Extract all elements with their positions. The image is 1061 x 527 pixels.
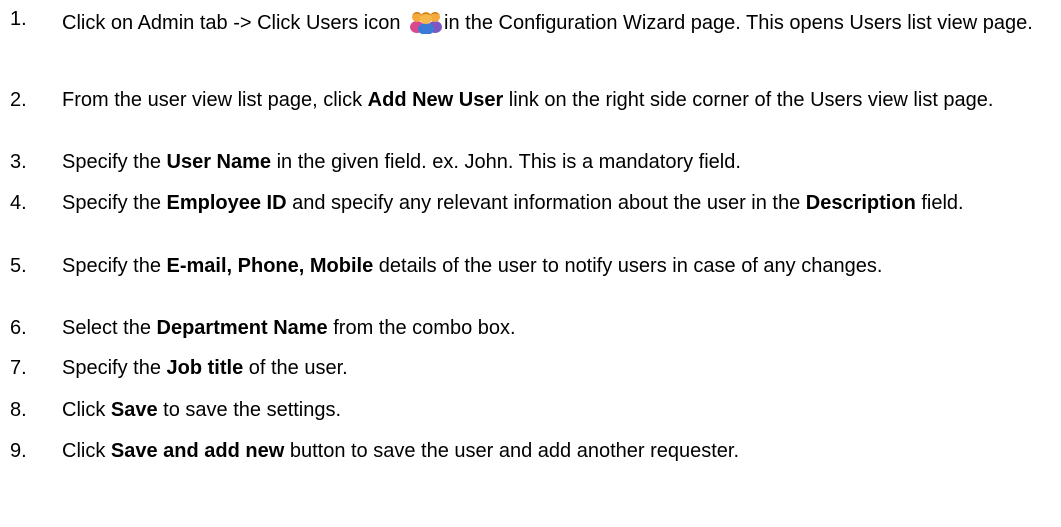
step-8: 8. Click Save to save the settings. bbox=[0, 397, 1061, 423]
step-text: Click bbox=[62, 440, 111, 462]
ui-term-employee-id: Employee ID bbox=[166, 192, 287, 214]
step-text-cont: button to save the user and add another … bbox=[284, 440, 740, 462]
step-text-cont: in the Configuration Wizard page. This o… bbox=[444, 12, 1033, 34]
step-4: 4. Specify the Employee ID and specify an… bbox=[0, 190, 1061, 216]
ui-term-save: Save bbox=[110, 399, 158, 421]
step-3: 3. Specify the User Name in the given fie… bbox=[0, 149, 1061, 175]
step-number: 6. bbox=[10, 317, 27, 339]
step-text-cont: and specify any relevant information abo… bbox=[286, 192, 806, 214]
step-1: 1. Click on Admin tab -> Click Users icon… bbox=[0, 6, 1061, 36]
step-number: 7. bbox=[10, 357, 27, 379]
step-9: 9. Click Save and add new button to save … bbox=[0, 438, 1061, 464]
ui-term-save-and-add-new: Save and add new bbox=[110, 440, 285, 462]
step-text: Click on Admin tab -> Click Users icon bbox=[62, 12, 407, 34]
ui-term-department-name: Department Name bbox=[156, 317, 328, 339]
ui-term-job-title: Job title bbox=[166, 357, 244, 379]
step-text: Click bbox=[62, 399, 111, 421]
ui-term-user-name: User Name bbox=[166, 151, 272, 173]
ui-term-add-new-user: Add New User bbox=[367, 89, 504, 111]
step-6: 6. Select the Department Name from the co… bbox=[0, 315, 1061, 341]
step-number: 8. bbox=[10, 399, 27, 421]
users-group-icon bbox=[409, 6, 443, 35]
step-number: 3. bbox=[10, 151, 27, 173]
step-text: From the user view list page, click bbox=[62, 89, 368, 111]
step-text: Specify the bbox=[62, 192, 167, 214]
step-number: 1. bbox=[10, 8, 27, 30]
step-text-cont: of the user. bbox=[243, 357, 348, 379]
step-text: Select the bbox=[62, 317, 157, 339]
step-number: 5. bbox=[10, 255, 27, 277]
step-text: Specify the bbox=[62, 255, 167, 277]
step-number: 9. bbox=[10, 440, 27, 462]
step-2: 2. From the user view list page, click Ad… bbox=[0, 87, 1061, 113]
step-text: Specify the bbox=[62, 357, 167, 379]
step-7: 7. Specify the Job title of the user. bbox=[0, 355, 1061, 381]
ui-term-description: Description bbox=[805, 192, 916, 214]
step-number: 4. bbox=[10, 192, 27, 214]
step-text-end: field. bbox=[915, 192, 964, 214]
step-text-cont: link on the right side corner of the Use… bbox=[503, 89, 994, 111]
step-number: 2. bbox=[10, 89, 27, 111]
step-text: Specify the bbox=[62, 151, 167, 173]
step-text-cont: details of the user to notify users in c… bbox=[373, 255, 883, 277]
step-5: 5. Specify the E-mail, Phone, Mobile deta… bbox=[0, 253, 1061, 279]
step-text-cont: in the given field. ex. John. This is a … bbox=[271, 151, 741, 173]
ui-term-contact-fields: E-mail, Phone, Mobile bbox=[166, 255, 374, 277]
step-text-cont: from the combo box. bbox=[327, 317, 516, 339]
step-text-cont: to save the settings. bbox=[157, 399, 342, 421]
